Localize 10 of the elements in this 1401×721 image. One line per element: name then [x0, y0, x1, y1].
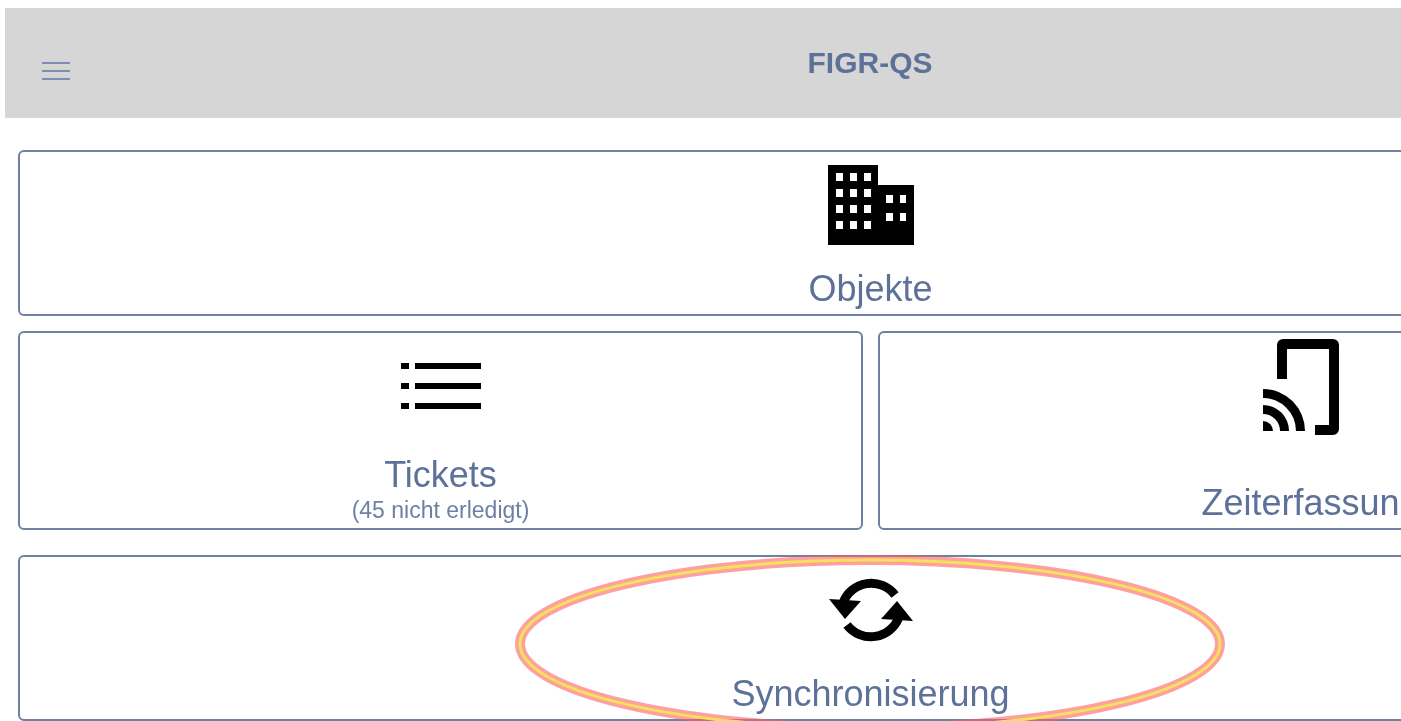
menu-tile[interactable]: Synchronisierung	[18, 555, 1401, 721]
menu-icon[interactable]	[42, 61, 70, 81]
cast-icon	[1262, 339, 1339, 435]
tile-subtitle: (45 nicht erledigt)	[351, 496, 530, 524]
menu-tile[interactable]: Tickets (45 nicht erledigt)	[18, 331, 863, 530]
app-title: FIGR-QS	[807, 46, 933, 80]
menu-tile[interactable]: Zeiterfassun	[878, 331, 1401, 530]
building-icon	[827, 165, 914, 245]
menu-tile[interactable]: Objekte	[18, 150, 1401, 316]
list-icon	[400, 363, 481, 409]
